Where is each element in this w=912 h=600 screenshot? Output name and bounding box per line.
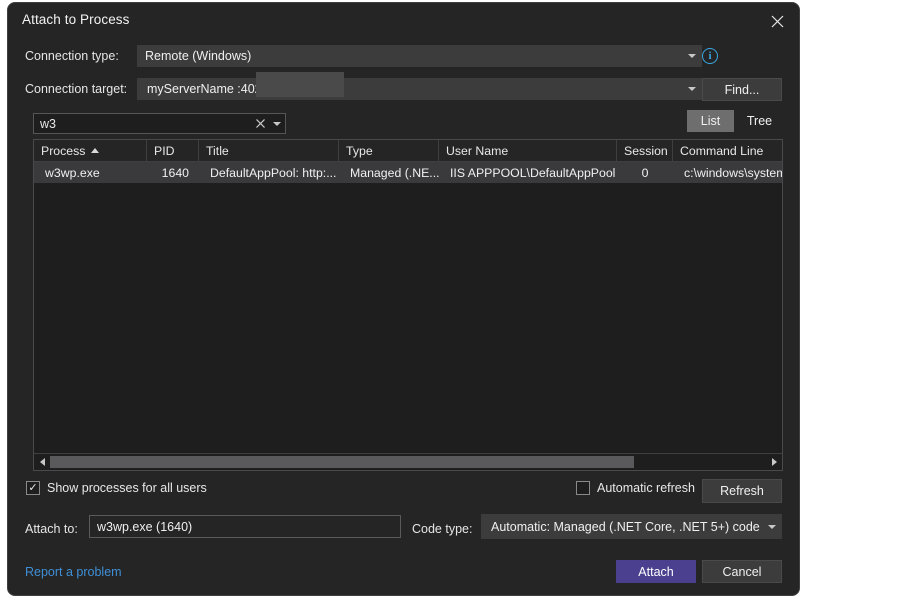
process-filter-input[interactable]: w3 xyxy=(33,113,286,134)
code-type-combobox[interactable]: Automatic: Managed (.NET Core, .NET 5+) … xyxy=(481,514,782,539)
attach-to-input[interactable]: w3wp.exe (1640) xyxy=(89,515,401,538)
checkbox-box xyxy=(576,481,590,495)
process-table-header: Process PID Title Type User Name Session… xyxy=(34,140,782,162)
chevron-down-icon xyxy=(683,54,701,58)
code-type-label: Code type: xyxy=(412,522,472,536)
connection-target-label: Connection target: xyxy=(25,82,127,96)
code-type-value: Automatic: Managed (.NET Core, .NET 5+) … xyxy=(482,520,763,534)
view-toggle-list[interactable]: List xyxy=(687,110,734,132)
cell-command-line: c:\windows\system xyxy=(673,162,782,183)
scrollbar-thumb[interactable] xyxy=(50,456,634,468)
scrollbar-track[interactable] xyxy=(50,454,766,470)
dialog-title: Attach to Process xyxy=(22,12,130,27)
table-row[interactable]: w3wp.exe 1640 DefaultAppPool: http:... M… xyxy=(34,162,782,183)
cell-process: w3wp.exe xyxy=(34,162,147,183)
report-a-problem-link[interactable]: Report a problem xyxy=(25,565,122,579)
column-header-process-label: Process xyxy=(41,144,85,158)
connection-type-label: Connection type: xyxy=(25,49,119,63)
automatic-refresh-label: Automatic refresh xyxy=(597,481,695,495)
scroll-left-arrow-icon[interactable] xyxy=(34,454,50,470)
show-all-users-label: Show processes for all users xyxy=(47,481,207,495)
scroll-right-arrow-icon[interactable] xyxy=(766,454,782,470)
column-header-command-line[interactable]: Command Line xyxy=(673,140,782,161)
view-toggle-tree[interactable]: Tree xyxy=(736,110,783,132)
check-icon: ✓ xyxy=(28,483,37,494)
column-header-pid[interactable]: PID xyxy=(147,140,199,161)
screen: Attach to Process Connection type: Remot… xyxy=(0,0,912,600)
cell-user-name: IIS APPPOOL\DefaultAppPool xyxy=(439,162,617,183)
horizontal-scrollbar[interactable] xyxy=(34,453,782,470)
close-icon[interactable] xyxy=(763,9,791,33)
cancel-button[interactable]: Cancel xyxy=(702,560,782,583)
column-header-user-name[interactable]: User Name xyxy=(439,140,617,161)
attach-to-label: Attach to: xyxy=(25,522,78,536)
attach-button[interactable]: Attach xyxy=(616,560,696,583)
checkbox-box: ✓ xyxy=(26,481,40,495)
process-table: Process PID Title Type User Name Session… xyxy=(33,139,783,471)
connection-target-combobox[interactable]: myServerName :4026 xyxy=(137,78,702,100)
sort-ascending-icon xyxy=(91,148,99,153)
cell-session: 0 xyxy=(617,162,673,183)
column-header-session[interactable]: Session xyxy=(617,140,673,161)
info-icon[interactable]: i xyxy=(702,48,718,64)
column-header-title[interactable]: Title xyxy=(199,140,339,161)
column-header-process[interactable]: Process xyxy=(34,140,147,161)
cell-pid: 1640 xyxy=(147,162,199,183)
cell-title: DefaultAppPool: http:... xyxy=(199,162,339,183)
clear-x-icon[interactable] xyxy=(251,119,269,128)
dialog-titlebar: Attach to Process xyxy=(8,3,799,39)
automatic-refresh-checkbox[interactable]: Automatic refresh xyxy=(576,481,695,495)
connection-type-value: Remote (Windows) xyxy=(138,49,683,63)
column-header-type[interactable]: Type xyxy=(339,140,439,161)
connection-type-combobox[interactable]: Remote (Windows) xyxy=(137,45,702,67)
cell-type: Managed (.NE... xyxy=(339,162,439,183)
find-button[interactable]: Find... xyxy=(702,78,782,101)
attach-to-process-dialog: Attach to Process Connection type: Remot… xyxy=(7,2,800,596)
chevron-down-icon[interactable] xyxy=(269,122,285,126)
chevron-down-icon xyxy=(683,87,701,91)
process-filter-value: w3 xyxy=(34,117,251,131)
refresh-button[interactable]: Refresh xyxy=(702,479,782,503)
connection-target-value: myServerName :4026 xyxy=(138,82,683,96)
show-all-users-checkbox[interactable]: ✓ Show processes for all users xyxy=(26,481,207,495)
chevron-down-icon xyxy=(763,525,781,529)
